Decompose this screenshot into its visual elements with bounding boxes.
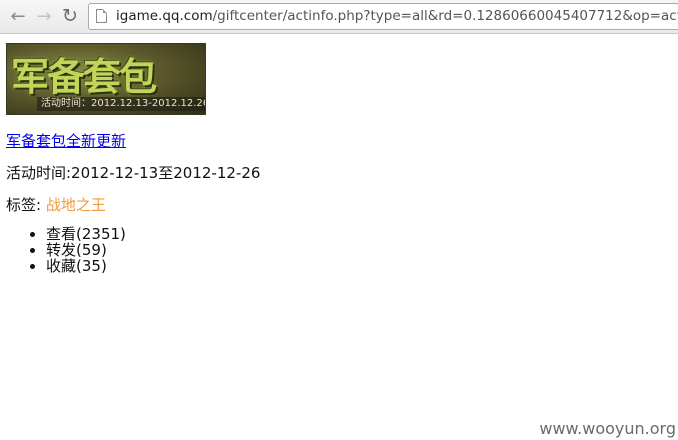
page-icon bbox=[96, 9, 107, 23]
tag-value[interactable]: 战地之王 bbox=[46, 196, 106, 214]
activity-time: 活动时间:2012-12-13至2012-12-26 bbox=[6, 164, 261, 182]
tag-row: 标签: 战地之王 bbox=[6, 194, 106, 215]
page-content: 军备套包 活动时间：2012.12.13-2012.12.26 军备套包全新更新… bbox=[0, 34, 678, 440]
stats-list: 查看(2351) 转发(59) 收藏(35) bbox=[6, 226, 126, 274]
tag-label: 标签: bbox=[6, 196, 42, 214]
reload-icon[interactable]: ↻ bbox=[60, 5, 80, 27]
forward-arrow-icon[interactable]: → bbox=[34, 6, 54, 27]
watermark-text: www.wooyun.org bbox=[539, 419, 676, 438]
list-item-favorites: 收藏(35) bbox=[46, 258, 126, 274]
activity-banner-image[interactable]: 军备套包 活动时间：2012.12.13-2012.12.26 bbox=[6, 43, 206, 115]
address-bar[interactable]: igame.qq.com/giftcenter/actinfo.php?type… bbox=[88, 3, 678, 30]
url-path: /giftcenter/actinfo.php?type=all&rd=0.12… bbox=[212, 8, 678, 24]
list-item-shares: 转发(59) bbox=[46, 242, 126, 258]
url-host: igame.qq.com bbox=[116, 8, 213, 24]
back-arrow-icon[interactable]: ← bbox=[8, 6, 28, 27]
url-text[interactable]: igame.qq.com/giftcenter/actinfo.php?type… bbox=[116, 8, 678, 24]
browser-toolbar: ← → ↻ igame.qq.com/giftcenter/actinfo.ph… bbox=[0, 0, 678, 34]
activity-title-link[interactable]: 军备套包全新更新 bbox=[6, 130, 126, 151]
list-item-views: 查看(2351) bbox=[46, 226, 126, 242]
banner-date: 活动时间：2012.12.13-2012.12.26 bbox=[37, 97, 205, 111]
banner-title: 军备套包 bbox=[11, 55, 157, 99]
